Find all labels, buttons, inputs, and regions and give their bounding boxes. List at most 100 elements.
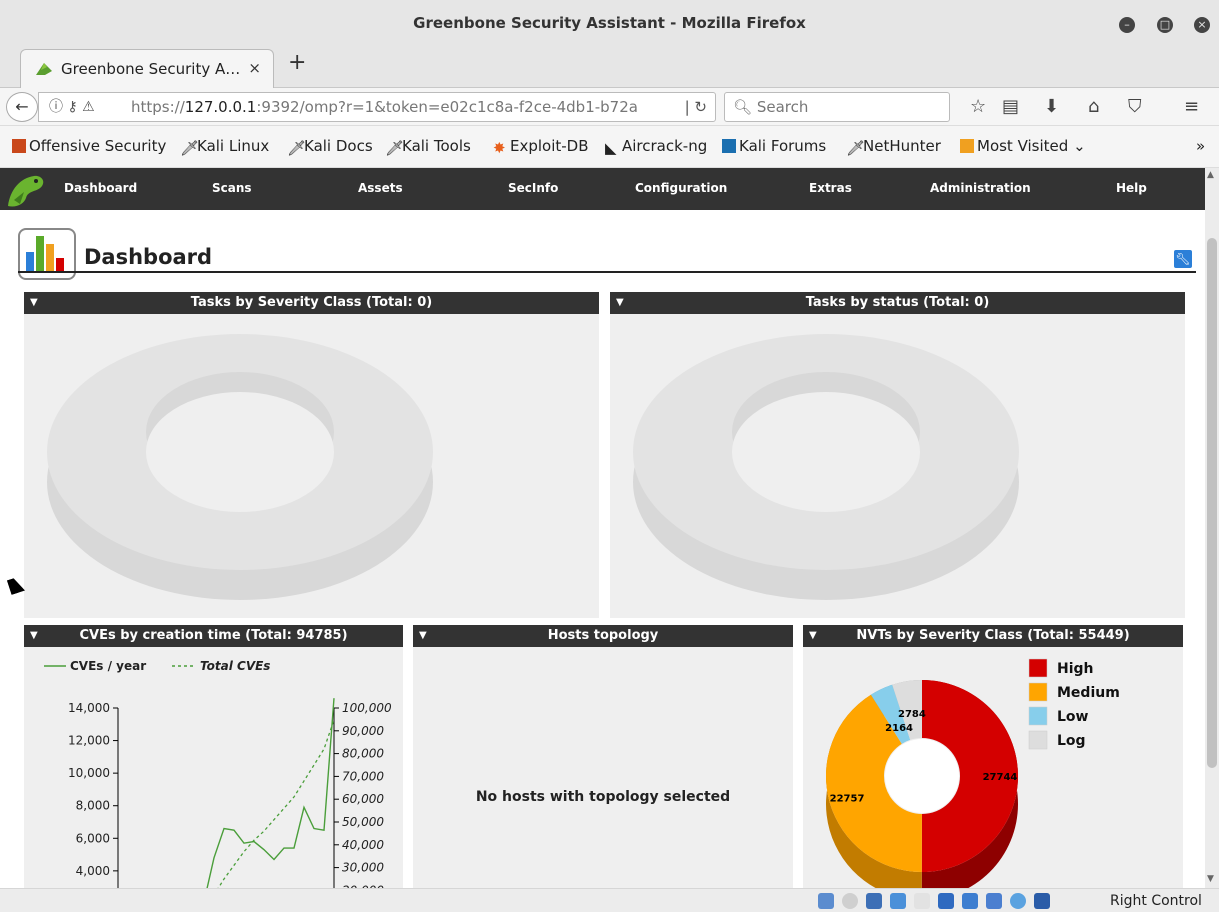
cve-line-chart: CVEs / year Total CVEs 2,0004,0006,0008,…: [44, 659, 392, 888]
back-button[interactable]: ←: [6, 92, 38, 122]
maximize-button[interactable]: □: [1157, 17, 1173, 33]
vm-display-icon[interactable]: [938, 893, 954, 909]
exploit-db-icon: ✸: [493, 139, 506, 157]
menu-dashboard[interactable]: Dashboard: [64, 181, 137, 195]
panel-tasks-severity: ▼ Tasks by Severity Class (Total: 0): [24, 292, 599, 618]
panel-hosts-topology: ▼ Hosts topology No hosts with topology …: [413, 625, 793, 888]
legend-swatch-low: [1028, 706, 1048, 726]
site-identity-icon[interactable]: ⓘ ⚷ ⚠: [49, 93, 95, 121]
url-bar[interactable]: ⓘ ⚷ ⚠ https://127.0.0.1:9392/omp?r=1&tok…: [38, 92, 716, 122]
minimize-button[interactable]: –: [1119, 17, 1135, 33]
kali-dragon-icon: 🗡︎: [846, 139, 866, 157]
downloads-icon[interactable]: ⬇: [1044, 96, 1059, 117]
menu-help[interactable]: Help: [1116, 181, 1147, 195]
caret-down-icon[interactable]: ▼: [809, 625, 817, 647]
vm-mouse-capture-icon[interactable]: [1034, 893, 1050, 909]
page-scrollbar[interactable]: ▲ ▼: [1205, 168, 1219, 888]
window-title: Greenbone Security Assistant - Mozilla F…: [413, 14, 806, 32]
panel-cves: ▼ CVEs by creation time (Total: 94785) C…: [24, 625, 403, 888]
y2-tick-label: 90,000: [342, 724, 384, 738]
reload-icon[interactable]: | ↻: [685, 93, 707, 121]
y2-tick-label: 100,000: [342, 701, 392, 715]
y-tick-label: 10,000: [68, 766, 110, 780]
bookmark-kali-forums[interactable]: Kali Forums: [722, 137, 826, 155]
vm-network-icon[interactable]: [962, 893, 978, 909]
scrollbar-thumb[interactable]: [1207, 238, 1217, 768]
bookmark-kali-linux[interactable]: 🗡︎Kali Linux: [180, 137, 269, 157]
menu-assets[interactable]: Assets: [358, 181, 403, 195]
bookmark-exploit-db[interactable]: ✸ Exploit-DB: [493, 137, 589, 157]
close-window-button[interactable]: ×: [1194, 17, 1210, 33]
menu-extras[interactable]: Extras: [809, 181, 852, 195]
greenbone-logo-icon[interactable]: [4, 170, 48, 210]
bookmark-aircrack-ng[interactable]: ◣ Aircrack-ng: [605, 137, 707, 157]
caret-down-icon[interactable]: ▼: [30, 625, 38, 647]
series-line-cves-year: [206, 698, 335, 888]
legend-cves-year: CVEs / year: [70, 659, 146, 673]
y2-tick-label: 40,000: [342, 838, 384, 852]
bookmarks-toolbar: Offensive Security 🗡︎Kali Linux 🗡︎Kali D…: [0, 126, 1219, 168]
panel-header: ▼ Tasks by Severity Class (Total: 0): [24, 292, 599, 314]
bookmark-kali-tools[interactable]: 🗡︎Kali Tools: [385, 137, 471, 157]
menu-secinfo[interactable]: SecInfo: [508, 181, 558, 195]
home-icon[interactable]: ⌂: [1088, 96, 1099, 117]
caret-down-icon[interactable]: ▼: [30, 292, 38, 314]
scroll-up-icon[interactable]: ▲: [1207, 170, 1214, 180]
panel-title: Hosts topology: [547, 628, 659, 643]
y-tick-label: 4,000: [76, 864, 110, 878]
y-tick-label: 12,000: [68, 734, 110, 748]
bookmark-most-visited[interactable]: Most Visited ⌄: [960, 137, 1086, 155]
empty-donut-chart: [47, 334, 433, 600]
vm-usb-icon[interactable]: [986, 893, 1002, 909]
title-divider: [18, 271, 1196, 273]
bookmarks-overflow-icon[interactable]: »: [1196, 137, 1205, 155]
search-input[interactable]: 🔍︎ Search: [724, 92, 950, 122]
reading-list-icon[interactable]: ▤: [1002, 96, 1019, 117]
new-tab-button[interactable]: +: [288, 50, 306, 75]
slice-value-label: 27744: [983, 772, 1018, 783]
y2-tick-label: 60,000: [342, 792, 384, 806]
bookmark-nethunter[interactable]: 🗡︎NetHunter: [846, 137, 941, 157]
legend-swatch-log: [1028, 730, 1048, 750]
panel-title: Tasks by Severity Class (Total: 0): [190, 295, 433, 310]
vm-recording-icon[interactable]: [1010, 893, 1026, 909]
vm-pencil-icon[interactable]: [890, 893, 906, 909]
series-line-total-cves: [217, 719, 335, 888]
tab-greenbone[interactable]: Greenbone Security A… ×: [20, 49, 274, 89]
panel-tasks-status: ▼ Tasks by status (Total: 0): [610, 292, 1185, 618]
panel-header: ▼ Tasks by status (Total: 0): [610, 292, 1185, 314]
vm-audio-icon[interactable]: [866, 893, 882, 909]
y-tick-label: 14,000: [68, 701, 110, 715]
navigation-bar: ← ⓘ ⚷ ⚠ https://127.0.0.1:9392/omp?r=1&t…: [0, 88, 1219, 126]
empty-donut-chart: [633, 334, 1019, 600]
scroll-down-icon[interactable]: ▼: [1207, 874, 1214, 884]
slice-value-label: 2164: [885, 723, 913, 734]
donut-hole: [885, 739, 959, 813]
tab-close-icon[interactable]: ×: [248, 59, 261, 77]
vm-disk-icon[interactable]: [818, 893, 834, 909]
panel-title: CVEs by creation time (Total: 94785): [79, 628, 348, 643]
panel-header: ▼ Hosts topology: [413, 625, 793, 647]
menu-scans[interactable]: Scans: [212, 181, 252, 195]
donut-hole: [146, 392, 334, 512]
bookmark-star-icon[interactable]: ☆: [970, 96, 986, 117]
pocket-icon[interactable]: ⛉: [1128, 96, 1142, 117]
vm-optical-icon[interactable]: [842, 893, 858, 909]
y2-tick-label: 80,000: [342, 747, 384, 761]
bookmark-offensive-security[interactable]: Offensive Security: [12, 137, 166, 155]
caret-down-icon[interactable]: ▼: [616, 292, 624, 314]
menu-administration[interactable]: Administration: [930, 181, 1031, 195]
menu-icon[interactable]: ≡: [1184, 96, 1199, 117]
y-tick-label: 6,000: [76, 831, 110, 845]
menu-configuration[interactable]: Configuration: [635, 181, 727, 195]
panel-header: ▼ CVEs by creation time (Total: 94785): [24, 625, 403, 647]
wrench-icon[interactable]: 🔧︎: [1174, 250, 1192, 268]
offsec-icon: [12, 139, 26, 153]
caret-down-icon[interactable]: ▼: [419, 625, 427, 647]
bookmark-kali-docs[interactable]: 🗡︎Kali Docs: [287, 137, 373, 157]
aircrack-icon: ◣: [605, 139, 617, 157]
folder-icon: [960, 139, 974, 153]
page-title: Dashboard: [84, 245, 213, 269]
vm-shared-folder-icon[interactable]: [914, 893, 930, 909]
legend-total-cves: Total CVEs: [200, 659, 270, 673]
